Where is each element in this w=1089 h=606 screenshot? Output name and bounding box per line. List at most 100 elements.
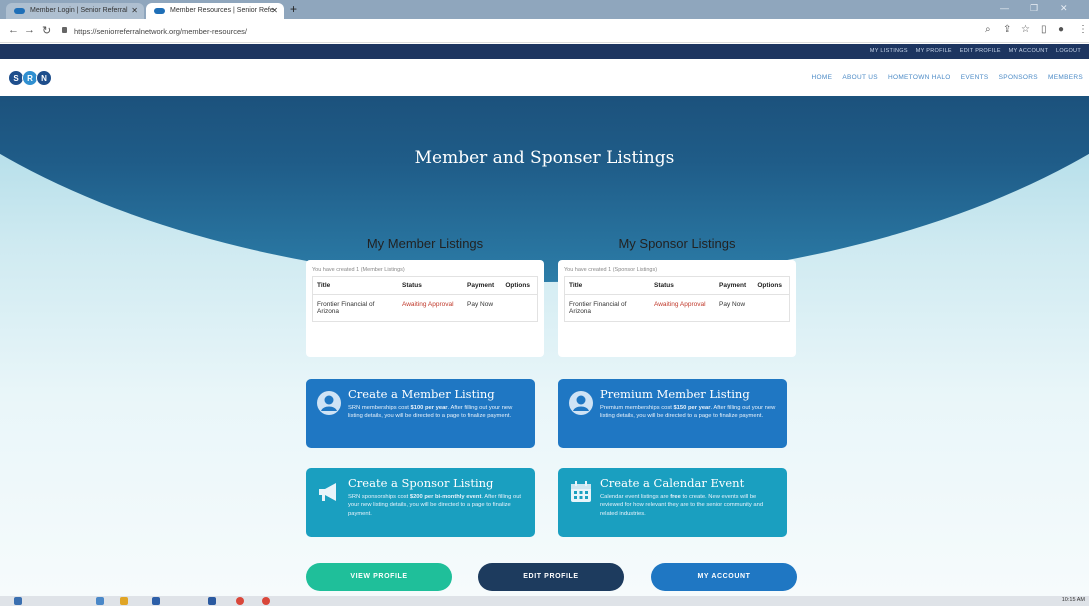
reload-icon[interactable]: ↻ <box>42 24 51 37</box>
column-header: Options <box>753 276 790 295</box>
maximize-icon[interactable]: ❐ <box>1030 3 1038 14</box>
sidepanel-icon[interactable]: ▯ <box>1041 24 1047 35</box>
hero-banner <box>0 96 1089 282</box>
bookmark-star-icon[interactable]: ☆ <box>1021 24 1030 35</box>
listing-count-text: You have created 1 (Member Listings) <box>312 267 405 273</box>
my-account-button[interactable]: MY ACCOUNT <box>651 563 797 591</box>
listing-title: Frontier Financial of Arizona <box>317 301 375 315</box>
listing-title: Frontier Financial of Arizona <box>569 301 627 315</box>
member-listings-card: You have created 1 (Member Listings) Tit… <box>306 260 544 357</box>
table-row: Frontier Financial of Arizona Awaiting A… <box>565 295 790 322</box>
tile-title: Create a Member Listing <box>348 387 495 401</box>
app-icon[interactable] <box>208 597 216 605</box>
account-strip: MY LISTINGS MY PROFILE EDIT PROFILE MY A… <box>0 44 1089 59</box>
nav-members[interactable]: MEMBERS <box>1048 74 1083 81</box>
nav-hometown-halo[interactable]: HOMETOWN HALO <box>888 74 951 81</box>
browser-tab-bar: Member Login | Senior Referral ✕ Member … <box>0 0 1089 19</box>
close-tab-icon[interactable]: ✕ <box>271 6 278 15</box>
site-favicon-icon <box>154 8 165 14</box>
tile-title: Create a Sponsor Listing <box>348 476 494 490</box>
nav-about-us[interactable]: ABOUT US <box>842 74 878 81</box>
megaphone-icon <box>319 483 336 501</box>
tab-title: Member Login | Senior Referral <box>30 7 128 14</box>
listing-options <box>753 295 789 322</box>
share-icon[interactable]: ⇪ <box>1003 24 1011 35</box>
sponsor-listings-card: You have created 1 (Sponsor Listings) Ti… <box>558 260 796 357</box>
folder-icon[interactable] <box>120 597 128 605</box>
member-listings-heading: My Member Listings <box>366 236 484 251</box>
close-window-icon[interactable]: ✕ <box>1060 3 1068 14</box>
site-header: S R N HOME ABOUT US HOMETOWN HALO EVENTS… <box>0 59 1089 96</box>
listing-options <box>501 295 537 322</box>
main-nav: HOME ABOUT US HOMETOWN HALO EVENTS SPONS… <box>804 74 1083 81</box>
url-text: https://seniorreferralnetwork.org/member… <box>74 27 247 36</box>
table-row: Frontier Financial of Arizona Awaiting A… <box>313 295 538 322</box>
column-header: Title <box>564 276 650 295</box>
listing-status: Awaiting Approval <box>402 301 454 308</box>
nav-home[interactable]: HOME <box>812 74 833 81</box>
pay-now-link[interactable]: Pay Now <box>463 295 501 322</box>
close-tab-icon[interactable]: ✕ <box>131 6 138 15</box>
user-icon <box>317 391 341 415</box>
tile-title: Premium Member Listing <box>600 387 750 401</box>
column-header: Title <box>312 276 398 295</box>
profile-avatar-icon[interactable]: ● <box>1058 24 1064 35</box>
lock-icon <box>62 27 67 33</box>
page-title: Member and Sponser Listings <box>414 148 675 168</box>
chrome-icon[interactable] <box>236 597 244 605</box>
start-icon[interactable] <box>14 597 22 605</box>
tile-title: Create a Calendar Event <box>600 476 745 490</box>
listing-status: Awaiting Approval <box>654 301 706 308</box>
back-icon[interactable]: ← <box>8 24 19 36</box>
tab-title: Member Resources | Senior Refe <box>170 7 274 14</box>
zoom-icon[interactable]: ⌕ <box>985 24 991 35</box>
create-member-listing-tile[interactable]: Create a Member Listing SRN memberships … <box>306 379 535 448</box>
tile-description: Calendar event listings are free to crea… <box>600 494 764 517</box>
srn-logo[interactable]: S R N <box>8 70 52 86</box>
browser-tab-member-resources[interactable]: Member Resources | Senior Refe ✕ <box>146 3 284 19</box>
chrome-icon[interactable] <box>262 597 270 605</box>
tile-description: SRN sponsorships cost $200 per bi-monthl… <box>348 494 522 517</box>
link-edit-profile[interactable]: EDIT PROFILE <box>960 48 1001 54</box>
calendar-icon <box>571 481 591 502</box>
create-calendar-event-tile[interactable]: Create a Calendar Event Calendar event l… <box>558 468 787 537</box>
nav-sponsors[interactable]: SPONSORS <box>999 74 1038 81</box>
pay-now-link[interactable]: Pay Now <box>715 295 753 322</box>
browser-tab-member-login[interactable]: Member Login | Senior Referral ✕ <box>6 3 144 19</box>
listing-count-text: You have created 1 (Sponsor Listings) <box>564 267 658 273</box>
sponsor-listings-table: Title Status Payment Options Frontier Fi… <box>564 276 790 322</box>
link-my-account[interactable]: MY ACCOUNT <box>1009 48 1048 54</box>
column-header: Status <box>398 276 464 295</box>
premium-member-listing-tile[interactable]: Premium Member Listing Premium membershi… <box>558 379 787 448</box>
logo-letter: N <box>36 70 52 86</box>
link-my-profile[interactable]: MY PROFILE <box>916 48 952 54</box>
create-sponsor-listing-tile[interactable]: Create a Sponsor Listing SRN sponsorship… <box>306 468 535 537</box>
minimize-icon[interactable]: — <box>1000 3 1009 13</box>
link-logout[interactable]: LOGOUT <box>1056 48 1081 54</box>
browser-toolbar: ← → ↻ https://seniorreferralnetwork.org/… <box>0 19 1089 43</box>
main-content: Member and Sponser Listings My Member Li… <box>0 96 1089 596</box>
edit-profile-button[interactable]: EDIT PROFILE <box>478 563 624 591</box>
tile-description: Premium memberships cost $150 per year. … <box>600 405 776 420</box>
column-header: Options <box>501 276 538 295</box>
column-header: Payment <box>463 276 502 295</box>
link-my-listings[interactable]: MY LISTINGS <box>870 48 908 54</box>
user-icon <box>569 391 593 415</box>
member-listings-table: Title Status Payment Options Frontier Fi… <box>312 276 538 322</box>
tile-description: SRN memberships cost $100 per year. Afte… <box>348 405 513 420</box>
new-tab-button[interactable]: + <box>290 2 297 16</box>
address-bar[interactable]: https://seniorreferralnetwork.org/member… <box>62 23 962 39</box>
os-taskbar: 10:15 AM <box>0 596 1089 606</box>
forward-icon[interactable]: → <box>24 24 35 36</box>
browser-menu-icon[interactable]: ⋮ <box>1078 24 1088 35</box>
site-favicon-icon <box>14 8 25 14</box>
app-icon[interactable] <box>152 597 160 605</box>
column-header: Status <box>650 276 716 295</box>
sponsor-listings-heading: My Sponsor Listings <box>618 236 736 251</box>
account-links: MY LISTINGS MY PROFILE EDIT PROFILE MY A… <box>864 48 1081 54</box>
app-icon[interactable] <box>96 597 104 605</box>
column-header: Payment <box>715 276 754 295</box>
view-profile-button[interactable]: VIEW PROFILE <box>306 563 452 591</box>
system-clock: 10:15 AM <box>1061 597 1085 603</box>
nav-events[interactable]: EVENTS <box>961 74 989 81</box>
